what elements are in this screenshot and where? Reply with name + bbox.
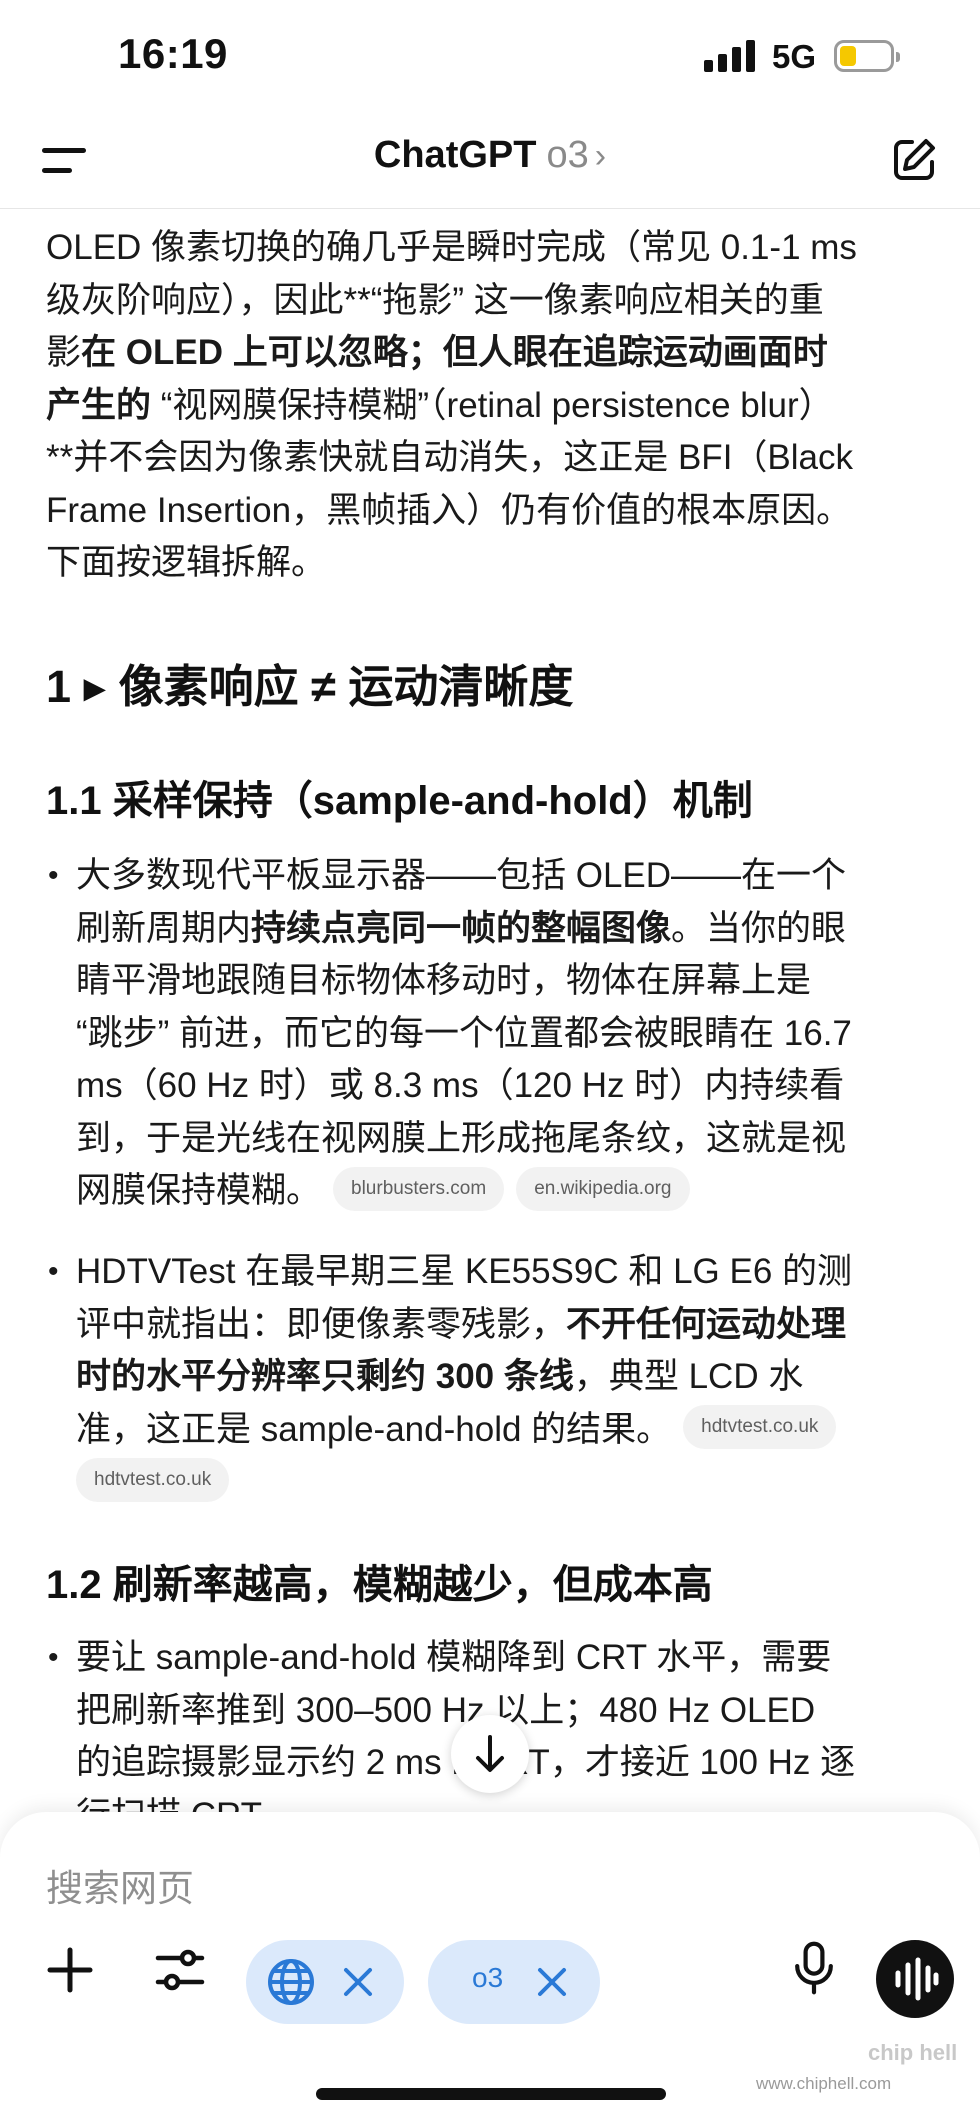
- text-line: HDTVTest 在最早期三星 KE55S9C 和 LG E6 的测: [76, 1252, 853, 1291]
- text-line: hdtvtest.co.uk: [76, 1456, 936, 1509]
- text-line: 级灰阶响应），因此**“拖影” 这一像素响应相关的重: [46, 280, 824, 320]
- watermark-logo: chip hell: [868, 2040, 958, 2065]
- bullet-dot: •: [48, 1255, 59, 1288]
- text-line: 产生的 “视网膜保持模糊”（retinal persistence blur）: [46, 380, 936, 433]
- mic-icon[interactable]: [786, 1940, 842, 1996]
- text-line: 准，这正是 sample-and-hold 的结果。 hdtvtest.co.uk: [76, 1404, 936, 1457]
- source-chip[interactable]: en.wikipedia.org: [516, 1166, 690, 1211]
- sliders-icon[interactable]: [152, 1942, 208, 1998]
- text-span: 。当你的眼: [671, 908, 847, 948]
- bold-text: 在 OLED 上可以忽略；但人眼在追踪运动画面时: [81, 333, 828, 372]
- text-line: 刷新周期内持续点亮同一帧的整幅图像。当你的眼: [76, 903, 936, 956]
- status-time: 16:19: [118, 30, 228, 77]
- subsection-heading: 1.2 刷新率越高，模糊越少，但成本高: [46, 1563, 713, 1607]
- text-line: 要让 sample-and-hold 模糊降到 CRT 水平，需要: [76, 1638, 832, 1677]
- text-line: 网膜保持模糊。 blurbusters.com en.wikipedia.org: [76, 1165, 936, 1218]
- app-header: ChatGPT o3 ›: [0, 110, 980, 209]
- text-span: 评中就指出：即便像素零残影，: [76, 1304, 567, 1344]
- model-pill[interactable]: o3: [428, 1940, 600, 2024]
- text-line: **并不会因为像素快就自动消失，这正是 BFI（Black: [46, 438, 854, 477]
- bullet-dot: •: [48, 859, 59, 892]
- text-line: 睛平滑地跟随目标物体移动时，物体在屏幕上是: [76, 961, 812, 1000]
- text-line: 影在 OLED 上可以忽略；但人眼在追踪运动画面时: [46, 327, 936, 380]
- arrow-down-icon: [476, 1735, 504, 1772]
- bold-text: 持续点亮同一帧的整幅图像: [251, 908, 672, 948]
- close-icon[interactable]: [534, 1964, 570, 2000]
- status-bar: 16:19 5G: [0, 0, 980, 110]
- bold-text: 时的水平分辨率只剩约 300 条线: [76, 1357, 574, 1396]
- home-indicator[interactable]: [316, 2088, 666, 2100]
- text-span: 刷新周期内: [76, 908, 252, 948]
- chat-message: OLED 像素切换的确几乎是瞬时完成（常见 0.1-1 ms 级灰阶响应），因此…: [46, 208, 936, 1835]
- text-line: 大多数现代平板显示器——包括 OLED——在一个: [76, 856, 847, 895]
- section-heading: 1 ▸ 像素响应 ≠ 运动清晰度: [46, 661, 574, 712]
- signal-icon: [704, 40, 756, 72]
- bullet-dot: •: [48, 1641, 59, 1674]
- watermark-site: www.chiphell.com: [756, 2074, 892, 2093]
- source-chip[interactable]: blurbusters.com: [333, 1166, 505, 1211]
- globe-icon: [268, 1959, 314, 2005]
- network-type: 5G: [772, 38, 817, 75]
- text-span: 准，这正是 sample-and-hold 的结果。: [76, 1409, 672, 1449]
- voice-mode-button[interactable]: [876, 1940, 954, 2018]
- web-search-toggle[interactable]: [246, 1940, 404, 2024]
- text-span: ，典型 LCD 水: [573, 1357, 804, 1396]
- plus-icon[interactable]: [42, 1942, 98, 1998]
- model-selector[interactable]: ChatGPT o3 ›: [0, 134, 980, 177]
- battery-icon: [834, 40, 900, 72]
- edit-icon[interactable]: [890, 136, 938, 184]
- text-line: 时的水平分辨率只剩约 300 条线，典型 LCD 水: [76, 1351, 936, 1404]
- source-chip[interactable]: hdtvtest.co.uk: [76, 1457, 230, 1502]
- list-item: • HDTVTest 在最早期三星 KE55S9C 和 LG E6 的测 评中就…: [46, 1246, 936, 1509]
- scroll-down-button[interactable]: [451, 1715, 529, 1793]
- subsection-heading: 1.1 采样保持（sample-and-hold）机制: [46, 779, 753, 823]
- source-chip[interactable]: hdtvtest.co.uk: [683, 1405, 837, 1450]
- text-line: 评中就指出：即便像素零残影，不开任何运动处理: [76, 1299, 936, 1352]
- text-line: 到，于是光线在视网膜上形成拖尾条纹，这就是视: [76, 1118, 847, 1158]
- text-span: 影: [46, 333, 82, 372]
- text-line: Frame Insertion，黑帧插入）仍有价值的根本原因。: [46, 490, 852, 530]
- list-item: • 大多数现代平板显示器——包括 OLED——在一个 刷新周期内持续点亮同一帧的…: [46, 850, 936, 1218]
- model-pill-label: o3: [472, 1962, 504, 1993]
- bold-text: 不开任何运动处理: [566, 1304, 847, 1344]
- intro-paragraph: OLED 像素切换的确几乎是瞬时完成（常见 0.1-1 ms 级灰阶响应），因此…: [46, 222, 936, 590]
- text-line: OLED 像素切换的确几乎是瞬时完成（常见 0.1-1 ms: [46, 228, 857, 267]
- bold-text: 产生的: [46, 385, 152, 425]
- text-span: “视网膜保持模糊”（retinal persistence blur）: [151, 385, 834, 425]
- message-input[interactable]: 搜索网页: [46, 1858, 194, 1912]
- text-line: 下面按逻辑拆解。: [46, 543, 327, 582]
- model-name: o3: [546, 134, 589, 176]
- text-line: “跳步” 前进，而它的每一个位置都会被眼睛在 16.7: [76, 1013, 852, 1053]
- voice-waveform-icon: [895, 1957, 939, 2001]
- app-title: ChatGPT: [373, 134, 537, 176]
- chevron-right-icon: ›: [594, 137, 607, 175]
- text-span: 网膜保持模糊。: [76, 1171, 322, 1210]
- close-icon[interactable]: [340, 1964, 376, 2000]
- text-line: ms（60 Hz 时）或 8.3 ms（120 Hz 时）内持续看: [76, 1066, 845, 1105]
